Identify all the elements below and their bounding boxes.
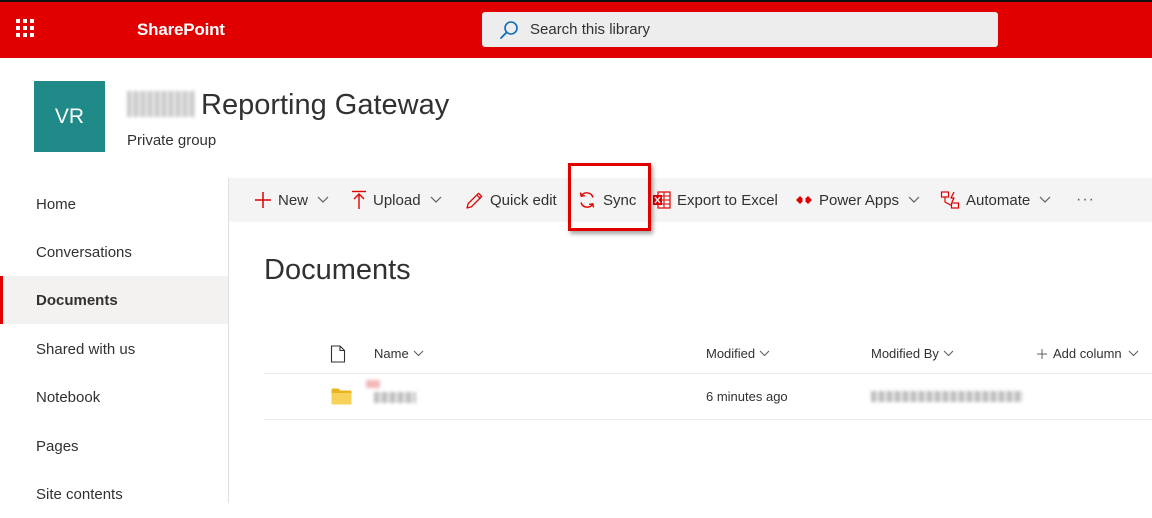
- plus-icon: [1037, 348, 1047, 359]
- column-name-label: Name: [374, 346, 409, 361]
- site-subtitle: Private group: [127, 132, 217, 149]
- folder-name-redacted[interactable]: [374, 392, 416, 403]
- nav-item-notebook[interactable]: Notebook: [0, 373, 228, 421]
- column-header-modified[interactable]: Modified: [706, 346, 770, 361]
- column-modified-by-label: Modified By: [871, 346, 939, 361]
- nav-item-documents[interactable]: Documents: [0, 276, 228, 324]
- chevron-down-icon: [1128, 350, 1139, 357]
- chevron-down-icon: [430, 196, 441, 203]
- nav-item-home[interactable]: Home: [0, 180, 228, 228]
- redacted-text: [127, 91, 195, 117]
- app-launcher-icon[interactable]: [16, 19, 34, 37]
- header-divider: [264, 373, 1152, 374]
- nav-item-shared-with-us[interactable]: Shared with us: [0, 325, 228, 373]
- power-apps-label: Power Apps: [819, 191, 900, 209]
- nav-item-site-contents[interactable]: Site contents: [0, 470, 228, 518]
- site-logo[interactable]: VR: [34, 81, 105, 152]
- chevron-down-icon: [908, 196, 920, 203]
- new-label: New: [278, 191, 309, 209]
- suite-bar: SharePoint: [0, 0, 1152, 58]
- folder-icon: [331, 388, 352, 405]
- chevron-down-icon: [759, 350, 770, 357]
- site-title[interactable]: Reporting Gateway: [127, 89, 449, 122]
- chevron-down-icon: [943, 350, 954, 357]
- search-box[interactable]: [482, 12, 998, 47]
- upload-icon: [352, 190, 366, 209]
- quick-edit-button[interactable]: Quick edit: [465, 178, 557, 222]
- more-options-button[interactable]: ···: [1076, 178, 1095, 222]
- automate-button[interactable]: Automate: [940, 178, 1051, 222]
- shared-indicator-blurred: [366, 380, 380, 388]
- chevron-down-icon: [1039, 196, 1051, 203]
- export-to-excel-button[interactable]: Export to Excel: [652, 178, 778, 222]
- automate-label: Automate: [966, 191, 1031, 209]
- search-input[interactable]: [530, 12, 970, 47]
- power-apps-button[interactable]: Power Apps: [795, 178, 920, 222]
- sync-highlight-box: [568, 163, 651, 231]
- plus-icon: [255, 192, 271, 208]
- nav-item-conversations[interactable]: Conversations: [0, 228, 228, 276]
- command-bar: New Upload Quick edit Sync Export to Exc…: [229, 178, 1152, 222]
- search-icon: [500, 21, 518, 39]
- row-modified: 6 minutes ago: [706, 389, 788, 404]
- site-title-text: Reporting Gateway: [201, 89, 450, 121]
- nav-item-pages[interactable]: Pages: [0, 422, 228, 470]
- pencil-icon: [466, 192, 483, 209]
- excel-icon: [653, 191, 671, 209]
- chevron-down-icon: [413, 350, 424, 357]
- upload-label: Upload: [373, 191, 421, 209]
- column-header-name[interactable]: Name: [374, 346, 424, 361]
- row-divider: [264, 419, 1152, 420]
- quick-edit-label: Quick edit: [490, 191, 557, 209]
- library-title: Documents: [264, 254, 411, 286]
- export-label: Export to Excel: [677, 191, 778, 209]
- power-apps-icon: [796, 196, 812, 204]
- app-name[interactable]: SharePoint: [137, 20, 225, 40]
- add-column-button[interactable]: Add column: [1037, 346, 1139, 361]
- column-modified-label: Modified: [706, 346, 756, 361]
- column-header-modified-by[interactable]: Modified By: [871, 346, 954, 361]
- new-button[interactable]: New: [254, 178, 329, 222]
- upload-button[interactable]: Upload: [351, 178, 442, 222]
- row-modified-by-redacted: [871, 391, 1023, 402]
- file-type-icon[interactable]: [330, 345, 346, 363]
- automate-icon: [940, 191, 960, 209]
- chevron-down-icon: [317, 196, 329, 203]
- left-navigation: Home Conversations Documents Shared with…: [0, 178, 229, 503]
- add-column-label: Add column: [1053, 346, 1122, 361]
